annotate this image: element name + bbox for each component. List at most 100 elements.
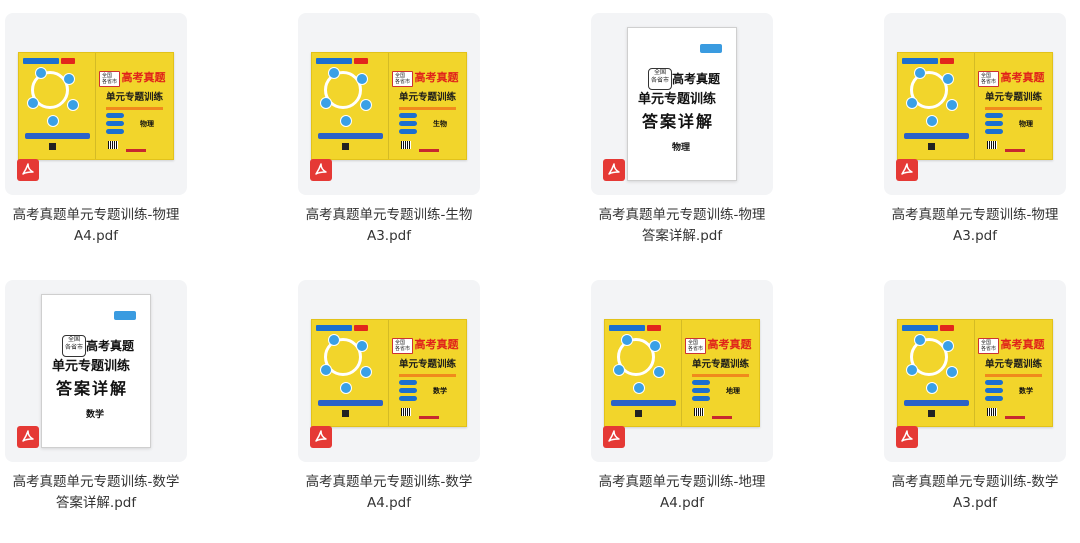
cover-diagram-node <box>67 99 79 111</box>
cover-pill <box>692 396 710 401</box>
file-name[interactable]: 高考真题单元专题训练-数学A4.pdf <box>304 472 474 514</box>
cover-back <box>312 53 389 159</box>
cover-diagram-node <box>906 97 918 109</box>
file-name[interactable]: 高考真题单元专题训练-物理答案详解.pdf <box>597 205 767 247</box>
cover-orange-rule <box>985 374 1042 377</box>
cover-orange-rule <box>399 374 456 377</box>
cover-banner <box>611 400 676 406</box>
cover-ribbon-red <box>940 325 954 331</box>
cover-front: 全国 各省市 高考真题 单元专题训练 物理 <box>95 53 173 159</box>
file-thumbnail[interactable]: 全国 各省市 高考真题 单元专题训练 物理 <box>5 13 187 195</box>
cover-barcode <box>401 141 411 149</box>
cover-barcode <box>987 408 997 416</box>
cover-back <box>898 320 975 426</box>
cover-qr <box>342 410 349 417</box>
file-thumbnail[interactable]: 全国 各省市 高考真题 单元专题训练 答案详解 数学 <box>5 280 187 462</box>
pdf-icon <box>17 159 39 181</box>
cover-barcode <box>987 141 997 149</box>
cover-diagram-node <box>340 382 352 394</box>
cover-subtitle: 单元专题训练 <box>984 92 1042 103</box>
cover-diagram-node <box>47 115 59 127</box>
pdf-icon <box>310 426 332 448</box>
cover-qr <box>928 143 935 150</box>
cover-headline: 高考真题 <box>414 338 459 351</box>
cover-headline: 高考真题 <box>121 71 166 84</box>
cover-pill <box>985 388 1003 393</box>
cover-publisher <box>419 149 439 152</box>
cover-headline: 高考真题 <box>414 71 459 84</box>
cover-diagram-node <box>946 366 958 378</box>
cover-diagram-node <box>320 97 332 109</box>
cover-pill <box>985 396 1003 401</box>
cover-ribbon <box>316 58 352 64</box>
cover-spread-image: 全国 各省市 高考真题 单元专题训练 物理 <box>18 52 174 160</box>
cover-front: 全国 各省市 高考真题 单元专题训练 生物 <box>388 53 466 159</box>
cover-pill <box>399 388 417 393</box>
cover-banner <box>318 133 383 139</box>
cover-front: 全国 各省市 高考真题 单元专题训练 物理 <box>974 53 1052 159</box>
booklet-subject: 数学 <box>86 410 105 420</box>
cover-diagram-node <box>360 366 372 378</box>
cover-diagram-node <box>914 334 926 346</box>
cover-subject: 数学 <box>433 387 447 395</box>
cover-pill <box>399 113 417 118</box>
cover-back <box>898 53 975 159</box>
cover-back <box>312 320 389 426</box>
file-name[interactable]: 高考真题单元专题训练-物理A3.pdf <box>890 205 1060 247</box>
file-thumbnail[interactable]: 全国 各省市 高考真题 单元专题训练 答案详解 物理 <box>591 13 773 195</box>
cover-diagram-node <box>356 73 368 85</box>
file-name[interactable]: 高考真题单元专题训练-数学A3.pdf <box>890 472 1060 514</box>
booklet-series-label: 全国 各省市 <box>648 68 672 90</box>
file-grid: 全国 各省市 高考真题 单元专题训练 物理 高考真题单元专题训练-物理A4.pdf 全国 … <box>0 0 1080 543</box>
cover-publisher <box>1005 416 1025 419</box>
cover-diagram-node <box>926 115 938 127</box>
booklet-logo <box>114 311 136 320</box>
cover-pill <box>985 121 1003 126</box>
cover-pill <box>399 380 417 385</box>
file-thumbnail[interactable]: 全国 各省市 高考真题 单元专题训练 数学 <box>298 280 480 462</box>
cover-diagram-node <box>340 115 352 127</box>
cover-headline: 高考真题 <box>1000 71 1045 84</box>
file-name[interactable]: 高考真题单元专题训练-物理A4.pdf <box>11 205 181 247</box>
cover-subtitle: 单元专题训练 <box>398 359 456 370</box>
cover-back <box>605 320 682 426</box>
cover-orange-rule <box>985 107 1042 110</box>
booklet-answer-title: 答案详解 <box>642 112 715 131</box>
cover-subject: 物理 <box>140 120 154 128</box>
pdf-icon <box>603 426 625 448</box>
file-thumbnail[interactable]: 全国 各省市 高考真题 单元专题训练 数学 <box>884 280 1066 462</box>
cover-pill <box>106 113 124 118</box>
cover-publisher <box>419 416 439 419</box>
cover-front: 全国 各省市 高考真题 单元专题训练 数学 <box>388 320 466 426</box>
cover-barcode <box>694 408 704 416</box>
file-thumbnail[interactable]: 全国 各省市 高考真题 单元专题训练 物理 <box>884 13 1066 195</box>
cover-banner <box>318 400 383 406</box>
cover-qr <box>928 410 935 417</box>
cover-booklet-image: 全国 各省市 高考真题 单元专题训练 答案详解 数学 <box>41 294 151 448</box>
cover-spread-image: 全国 各省市 高考真题 单元专题训练 数学 <box>897 319 1053 427</box>
cover-front: 全国 各省市 高考真题 单元专题训练 数学 <box>974 320 1052 426</box>
file-name[interactable]: 高考真题单元专题训练-生物A3.pdf <box>304 205 474 247</box>
cover-ribbon-red <box>61 58 75 64</box>
cover-ribbon <box>609 325 645 331</box>
cover-banner <box>904 133 969 139</box>
cover-diagram-node <box>356 340 368 352</box>
cover-pill <box>985 129 1003 134</box>
cover-qr <box>49 143 56 150</box>
booklet-subtitle: 单元专题训练 <box>52 359 131 374</box>
cover-pill <box>399 396 417 401</box>
file-thumbnail[interactable]: 全国 各省市 高考真题 单元专题训练 地理 <box>591 280 773 462</box>
cover-subject: 生物 <box>433 120 447 128</box>
cover-pill <box>985 113 1003 118</box>
booklet-headline: 高考真题 <box>86 339 135 353</box>
cover-publisher <box>712 416 732 419</box>
cover-headline: 高考真题 <box>1000 338 1045 351</box>
cover-subject: 数学 <box>1019 387 1033 395</box>
file-thumbnail[interactable]: 全国 各省市 高考真题 单元专题训练 生物 <box>298 13 480 195</box>
cover-publisher <box>126 149 146 152</box>
cover-barcode <box>401 408 411 416</box>
cover-subject: 地理 <box>726 387 740 395</box>
cover-subject: 物理 <box>1019 120 1033 128</box>
file-name[interactable]: 高考真题单元专题训练-地理A4.pdf <box>597 472 767 514</box>
file-name[interactable]: 高考真题单元专题训练-数学答案详解.pdf <box>11 472 181 514</box>
